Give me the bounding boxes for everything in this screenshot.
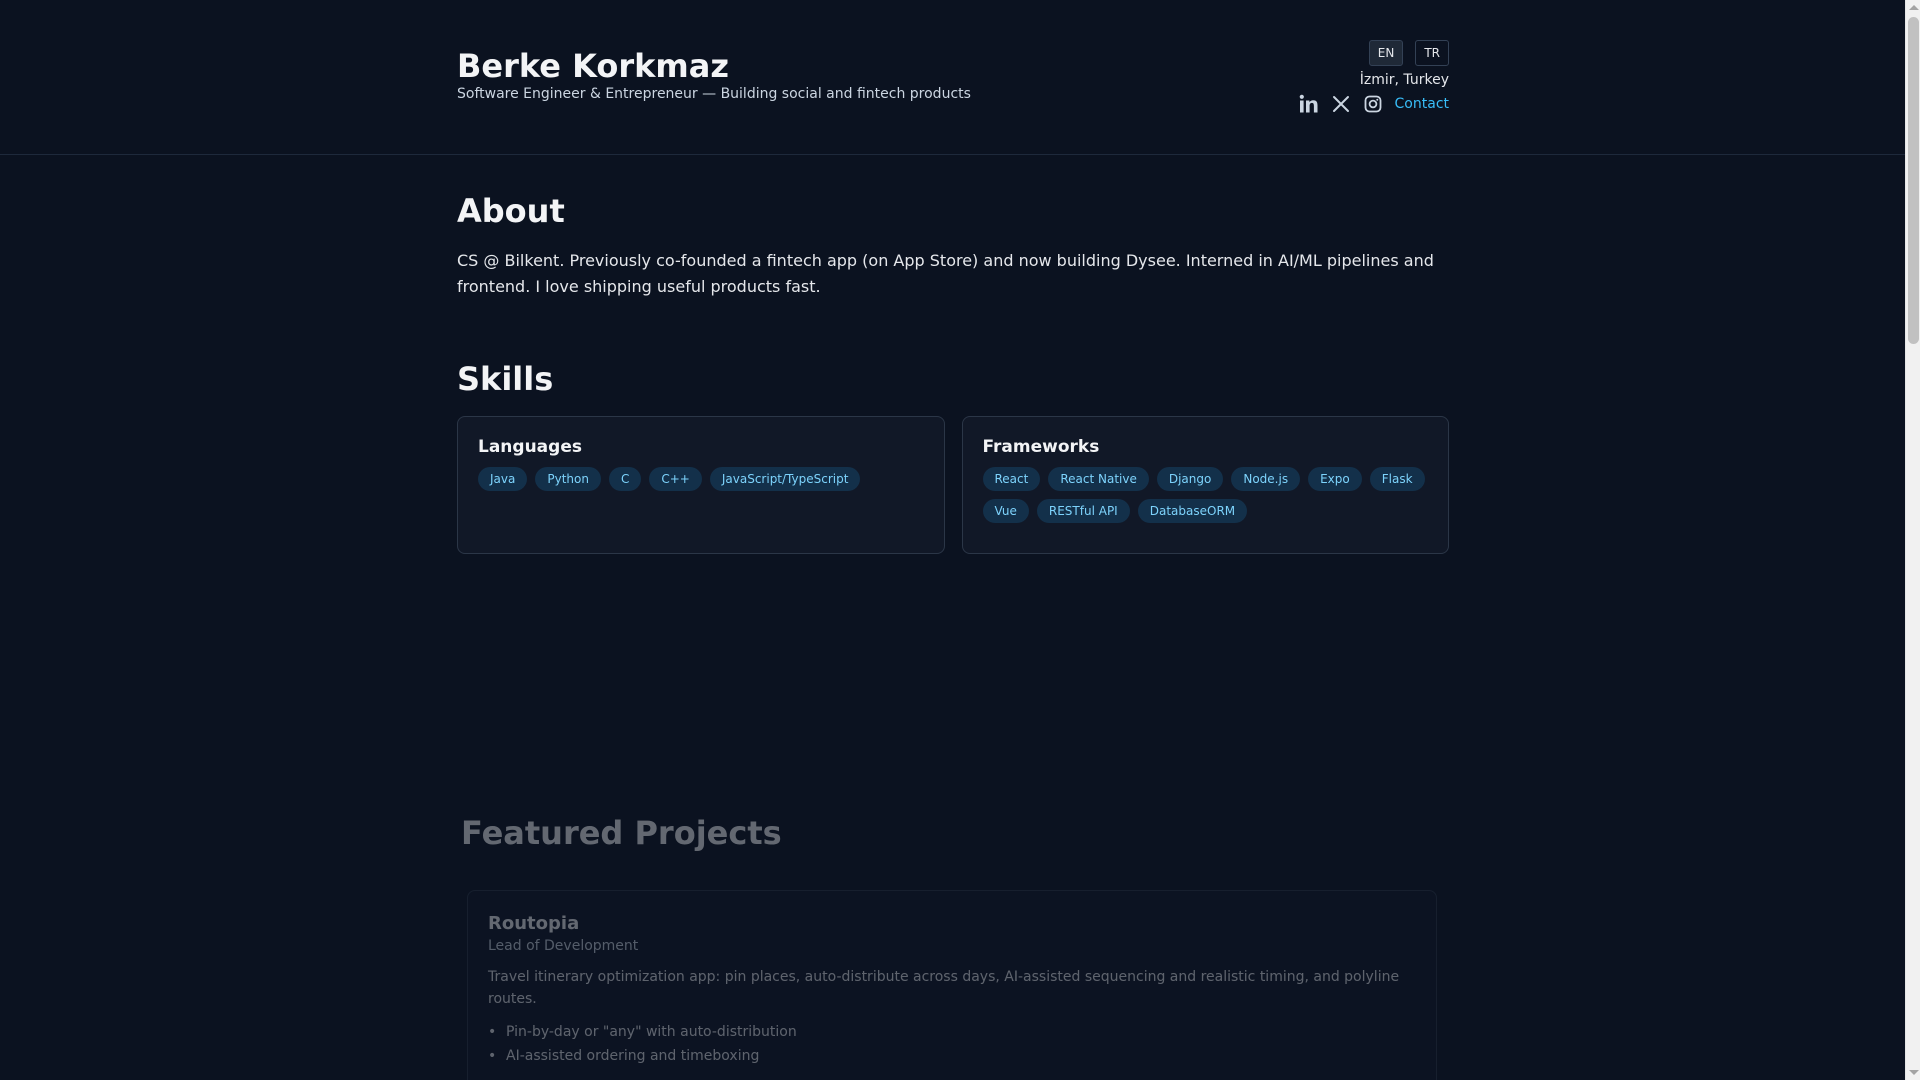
featured-projects-section: Featured Projects Routopia Lead of Devel… xyxy=(461,814,1453,1080)
skills-section: Skills Languages Java Python C C++ JavaS… xyxy=(457,360,1449,554)
scroll-down-arrow-icon[interactable] xyxy=(1909,1070,1919,1075)
instagram-icon[interactable] xyxy=(1363,94,1383,114)
skills-title: Skills xyxy=(457,360,554,398)
language-switch: EN TR xyxy=(1149,40,1449,66)
project-card[interactable]: Routopia Lead of Development Travel itin… xyxy=(467,890,1437,1080)
contact-link[interactable]: Contact xyxy=(1395,96,1449,112)
skill-chip: C++ xyxy=(649,467,702,491)
header-meta: EN TR İzmir, Turkey Contact xyxy=(1149,40,1449,114)
project-role: Lead of Development xyxy=(488,938,639,954)
skill-chip: Node.js xyxy=(1231,467,1301,491)
skill-chip: Python xyxy=(535,467,601,491)
project-name: Routopia xyxy=(488,913,580,934)
about-text: CS @ Bilkent. Previously co-founded a fi… xyxy=(457,251,1434,296)
skill-chip: Flask xyxy=(1369,467,1425,491)
social-links: Contact xyxy=(1149,94,1449,114)
scrollbar-thumb[interactable] xyxy=(1908,17,1919,344)
skill-chip: DatabaseORM xyxy=(1137,499,1248,523)
about-title: About xyxy=(457,192,565,230)
project-bullet: AI-assisted ordering and timeboxing xyxy=(488,1044,1416,1068)
featured-title: Featured Projects xyxy=(461,814,782,852)
site-header: Berke Korkmaz Software Engineer & Entrep… xyxy=(0,0,1905,155)
skill-chips: React React Native Django Node.js Expo F… xyxy=(982,467,1429,523)
location: İzmir, Turkey xyxy=(1359,72,1449,88)
skill-card-title: Languages xyxy=(478,437,582,457)
skill-card-title: Frameworks xyxy=(982,437,1100,457)
lang-en-button[interactable]: EN xyxy=(1368,40,1404,66)
skill-chip: C xyxy=(608,467,642,491)
skill-chip: Expo xyxy=(1308,467,1362,491)
about-section: About CS @ Bilkent. Previously co-founde… xyxy=(457,192,1449,300)
project-bullets: Pin-by-day or "any" with auto-distributi… xyxy=(488,1020,1416,1068)
skill-card-frameworks: Frameworks React React Native Django Nod… xyxy=(961,416,1449,554)
skill-chip: Java xyxy=(478,467,528,491)
skill-chip: Django xyxy=(1156,467,1224,491)
skill-card-languages: Languages Java Python C C++ JavaScript/T… xyxy=(457,416,945,554)
skill-chip: Vue xyxy=(982,499,1029,523)
skill-chip: RESTful API xyxy=(1036,499,1130,523)
project-bullet: Pin-by-day or "any" with auto-distributi… xyxy=(488,1020,1416,1044)
x-icon[interactable] xyxy=(1331,94,1351,114)
scroll-up-arrow-icon[interactable] xyxy=(1909,5,1919,10)
portfolio-page: Berke Korkmaz Software Engineer & Entrep… xyxy=(0,0,1905,1080)
skills-grid: Languages Java Python C C++ JavaScript/T… xyxy=(457,416,1449,554)
skill-chip: React Native xyxy=(1048,467,1149,491)
skill-chip: JavaScript/TypeScript xyxy=(709,467,861,491)
vertical-scrollbar[interactable] xyxy=(1905,0,1920,1080)
skill-chip: React xyxy=(982,467,1041,491)
linkedin-icon[interactable] xyxy=(1299,94,1319,114)
project-description: Travel itinerary optimization app: pin p… xyxy=(488,969,1400,1007)
lang-tr-button[interactable]: TR xyxy=(1415,40,1449,66)
skill-chips: Java Python C C++ JavaScript/TypeScript xyxy=(478,467,924,491)
